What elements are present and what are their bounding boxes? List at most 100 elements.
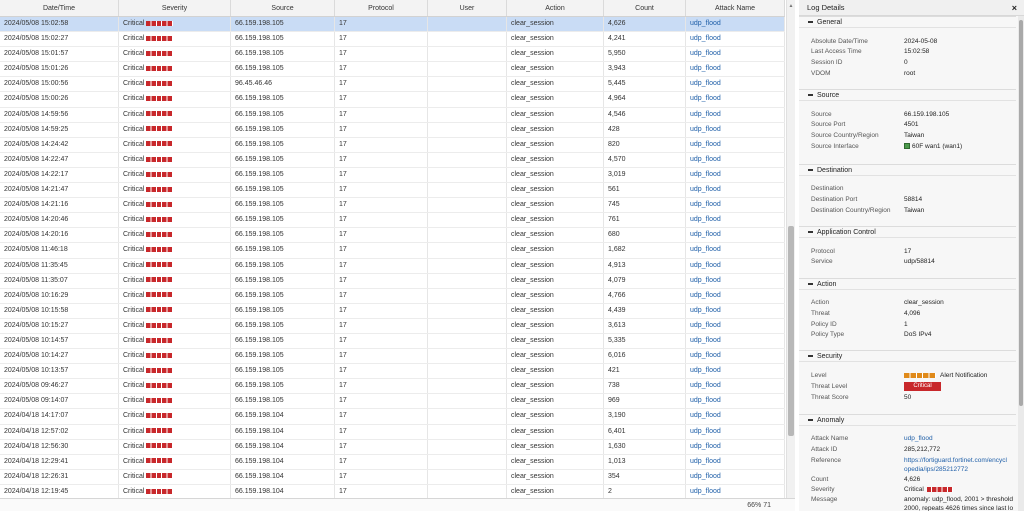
table-row[interactable]: 2024/05/08 09:46:27 Critical 66.159.198.10… [0,379,785,395]
table-row[interactable]: 2024/05/08 10:13:57 Critical 66.159.198.10… [0,364,785,380]
cell-attack[interactable]: udp_flood [686,17,785,32]
table-row[interactable]: 2024/05/08 15:02:27 Critical 66.159.198.10… [0,32,785,48]
cell-attack[interactable]: udp_flood [686,424,785,439]
source-interface-value[interactable]: 60F wan1 (wan1) [904,142,962,151]
section-source-header[interactable]: Source [799,89,1016,101]
table-row[interactable]: 2024/05/08 14:24:42 Critical 66.159.198.10… [0,137,785,153]
column-header-datetime[interactable]: Date/Time [0,0,119,16]
table-row[interactable]: 2024/05/08 11:35:07 Critical 66.159.198.10… [0,273,785,289]
cell-attack[interactable]: udp_flood [686,379,785,394]
table-row[interactable]: 2024/04/18 12:57:02 Critical 66.159.198.10… [0,424,785,440]
table-row[interactable]: 2024/05/08 15:01:26 Critical 66.159.198.10… [0,62,785,78]
cell-attack[interactable]: udp_flood [686,333,785,349]
policy-id-value[interactable]: 1 [904,320,908,329]
cell-attack[interactable]: udp_flood [686,303,785,318]
section-application-control-header[interactable]: Application Control [799,226,1016,238]
column-header-source[interactable]: Source [231,0,335,16]
cell-count: 5,950 [604,47,686,62]
table-row[interactable]: 2024/05/08 14:20:46 Critical 66.159.198.10… [0,213,785,229]
cell-attack[interactable]: udp_flood [686,213,785,228]
table-row[interactable]: 2024/05/08 09:14:07 Critical 66.159.198.10… [0,394,785,410]
table-scrollbar[interactable]: ▲ [786,0,795,498]
column-header-action[interactable]: Action [507,0,604,16]
table-row[interactable]: 2024/05/08 14:21:47 Critical 66.159.198.10… [0,183,785,199]
table-row[interactable]: 2024/05/08 14:20:16 Critical 66.159.198.10… [0,228,785,244]
table-scrollbar-thumb[interactable] [788,226,794,436]
cell-user [428,318,507,333]
section-general-header[interactable]: General [799,16,1016,28]
cell-attack[interactable]: udp_flood [686,137,785,152]
table-row[interactable]: 2024/05/08 14:22:17 Critical 66.159.198.10… [0,167,785,184]
reference-link[interactable]: https://fortiguard.fortinet.com/encyclop… [904,456,1009,474]
table-row[interactable]: 2024/05/08 15:01:57 Critical 66.159.198.10… [0,47,785,63]
cell-attack[interactable]: udp_flood [686,183,785,198]
cell-attack-text: udp_flood [690,276,721,284]
cell-attack[interactable]: udp_flood [686,167,785,183]
cell-attack[interactable]: udp_flood [686,198,785,213]
cell-attack[interactable]: udp_flood [686,288,785,303]
cell-attack[interactable]: udp_flood [686,228,785,243]
table-row[interactable]: 2024/05/08 15:00:26 Critical 66.159.198.10… [0,92,785,108]
section-security-header[interactable]: Security [799,350,1016,362]
cell-attack[interactable]: udp_flood [686,77,785,92]
details-scrollbar-thumb[interactable] [1019,20,1023,406]
cell-attack[interactable]: udp_flood [686,484,785,498]
cell-attack[interactable]: udp_flood [686,349,785,364]
column-header-protocol[interactable]: Protocol [335,0,428,16]
cell-attack[interactable]: udp_flood [686,107,785,122]
cell-attack[interactable]: udp_flood [686,273,785,288]
cell-action: clear_session [507,364,604,379]
cell-attack[interactable]: udp_flood [686,92,785,107]
table-row[interactable]: 2024/04/18 12:26:31 Critical 66.159.198.10… [0,469,785,485]
cell-source-text: 66.159.198.105 [235,397,284,405]
section-anomaly-header[interactable]: Anomaly [799,414,1016,426]
cell-attack[interactable]: udp_flood [686,469,785,484]
table-row[interactable]: 2024/05/08 15:00:56 Critical 96.45.46.46 17… [0,77,785,93]
cell-attack[interactable]: udp_flood [686,47,785,62]
table-row[interactable]: 2024/05/08 10:14:27 Critical 66.159.198.10… [0,349,785,365]
table-row[interactable]: 2024/05/08 14:21:16 Critical 66.159.198.10… [0,198,785,214]
cell-source-text: 66.159.198.105 [235,186,284,194]
table-row[interactable]: 2024/05/08 10:15:58 Critical 66.159.198.10… [0,303,785,319]
table-row[interactable]: 2024/04/18 12:56:30 Critical 66.159.198.10… [0,439,785,455]
cell-attack[interactable]: udp_flood [686,364,785,379]
cell-attack[interactable]: udp_flood [686,122,785,137]
cell-attack[interactable]: udp_flood [686,62,785,77]
cell-source: 66.159.198.105 [231,17,335,32]
cell-count-text: 2 [608,487,612,495]
details-scrollbar[interactable] [1018,16,1024,511]
table-row[interactable]: 2024/05/08 14:59:25 Critical 66.159.198.10… [0,122,785,138]
table-row[interactable]: 2024/04/18 12:29:41 Critical 66.159.198.10… [0,454,785,470]
table-row[interactable]: 2024/05/08 14:59:56 Critical 66.159.198.10… [0,107,785,123]
table-row[interactable]: 2024/05/08 10:16:29 Critical 66.159.198.10… [0,288,785,304]
attack-name-link[interactable]: udp_flood [904,434,933,443]
severity-indicator [146,156,174,162]
column-header-attack-name[interactable]: Attack Name [686,0,785,16]
cell-attack[interactable]: udp_flood [686,258,785,273]
cell-attack[interactable]: udp_flood [686,152,785,167]
table-row[interactable]: 2024/05/08 10:14:57 Critical 66.159.198.10… [0,333,785,350]
column-header-user[interactable]: User [428,0,507,16]
table-row[interactable]: 2024/04/18 12:19:45 Critical 66.159.198.10… [0,484,785,498]
table-row[interactable]: 2024/05/08 10:15:27 Critical 66.159.198.10… [0,318,785,334]
cell-action: clear_session [507,122,604,137]
cell-attack[interactable]: udp_flood [686,32,785,47]
cell-attack[interactable]: udp_flood [686,243,785,258]
table-row[interactable]: 2024/04/18 14:17:07 Critical 66.159.198.10… [0,409,785,425]
table-row[interactable]: 2024/05/08 15:02:58 Critical 66.159.198.10… [0,17,785,33]
table-row[interactable]: 2024/05/08 11:46:18 Critical 66.159.198.10… [0,243,785,259]
cell-severity-text: Critical [123,186,145,194]
table-row[interactable]: 2024/05/08 14:22:47 Critical 66.159.198.10… [0,152,785,168]
cell-attack[interactable]: udp_flood [686,318,785,333]
cell-attack[interactable]: udp_flood [686,454,785,469]
table-row[interactable]: 2024/05/08 11:35:45 Critical 66.159.198.10… [0,258,785,274]
section-destination-header[interactable]: Destination [799,164,1016,176]
section-action-header[interactable]: Action [799,278,1016,290]
close-icon[interactable]: × [1012,0,1017,16]
column-header-severity[interactable]: Severity [119,0,231,16]
scroll-up-icon[interactable]: ▲ [787,2,795,10]
cell-attack[interactable]: udp_flood [686,409,785,424]
column-header-count[interactable]: Count [604,0,686,16]
cell-attack[interactable]: udp_flood [686,439,785,454]
cell-attack[interactable]: udp_flood [686,394,785,409]
